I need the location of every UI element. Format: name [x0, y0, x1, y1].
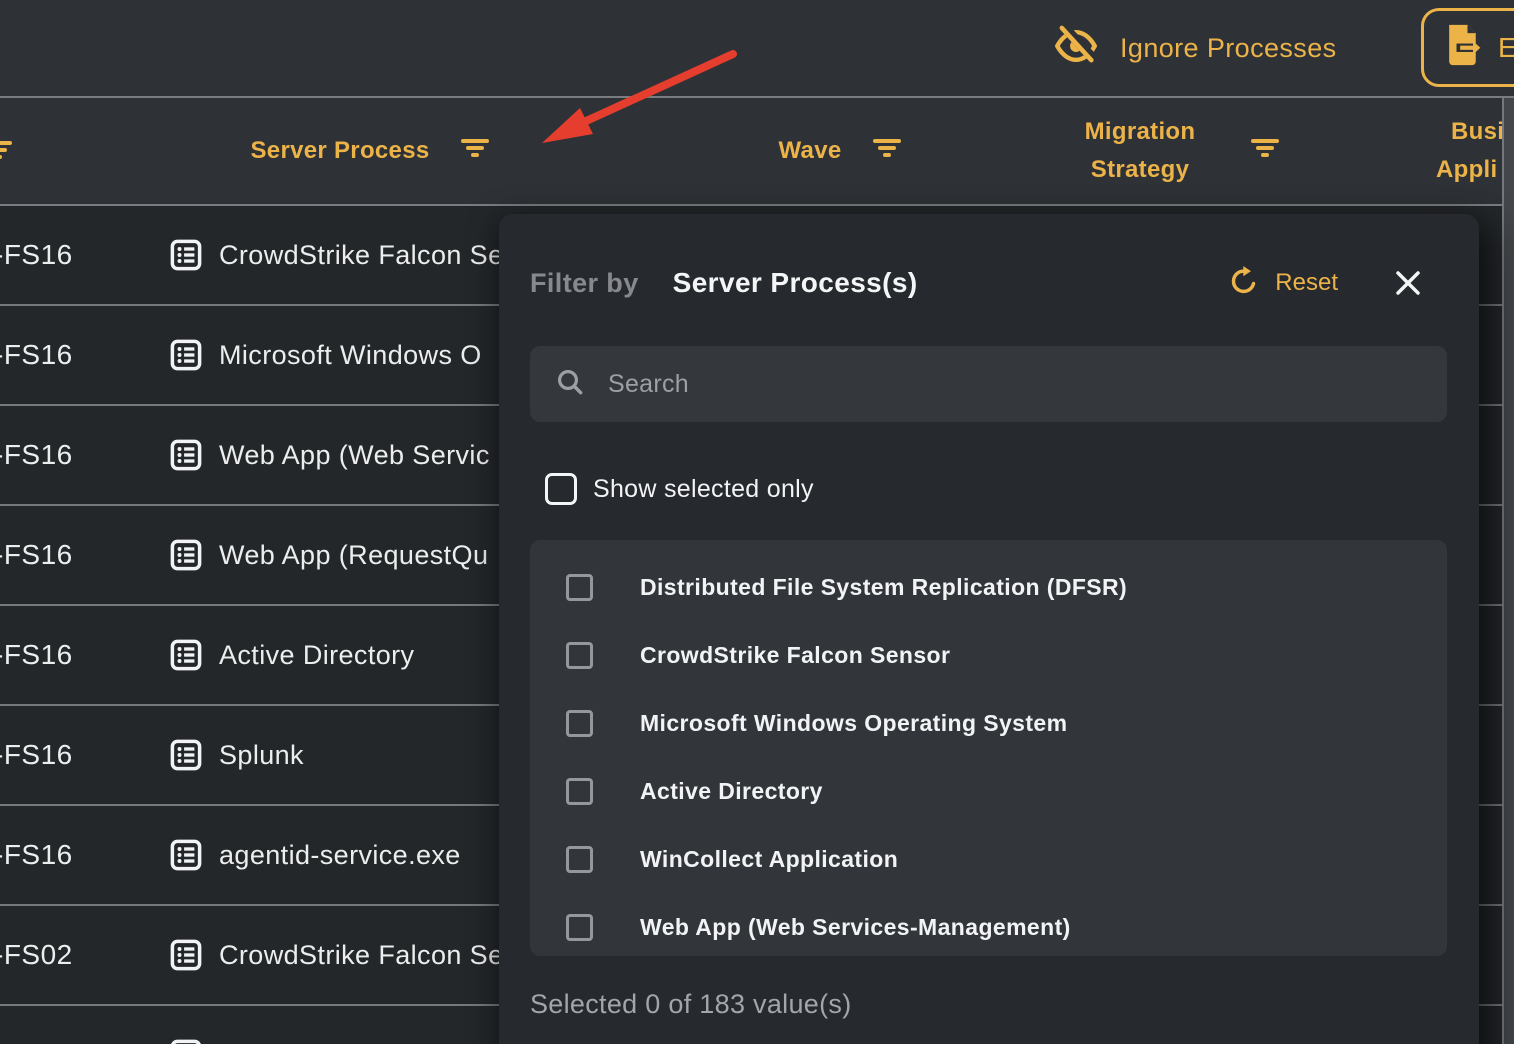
process-name: Microsoft Windows O	[219, 306, 482, 404]
column-header-server-process: Server Process	[160, 98, 580, 204]
filter-option-row[interactable]: CrowdStrike Falcon Sensor	[530, 621, 1447, 689]
process-list-icon	[167, 236, 205, 279]
search-box	[530, 346, 1447, 422]
process-list-icon	[167, 636, 205, 679]
close-icon	[1392, 267, 1424, 299]
process-name: CrowdStrike Falcon Se	[219, 206, 504, 304]
search-input[interactable]	[606, 369, 1390, 400]
option-label: Distributed File System Replication (DFS…	[640, 574, 1127, 601]
close-button[interactable]	[1390, 265, 1426, 301]
app-root: Ignore Processes E	[0, 0, 1514, 1044]
topbar: Ignore Processes E	[0, 0, 1514, 98]
show-selected-label: Show selected only	[593, 475, 814, 504]
option-label: CrowdStrike Falcon Sensor	[640, 642, 950, 669]
server-name: -FS16	[0, 206, 73, 304]
server-name: -FS16	[0, 406, 73, 504]
process-name: Splunk	[219, 706, 304, 804]
file-export-icon	[1440, 20, 1484, 75]
option-checkbox[interactable]	[566, 846, 593, 873]
reset-label: Reset	[1275, 269, 1338, 297]
process-list-icon	[167, 436, 205, 479]
process-list-icon	[167, 536, 205, 579]
process-name: agentid-service.exe	[219, 806, 461, 904]
process-name: Web App (RequestQu	[219, 506, 488, 604]
process-list-icon	[167, 1036, 205, 1044]
table-header: Server Process Wave Migration Strate	[0, 98, 1514, 206]
option-checkbox[interactable]	[566, 778, 593, 805]
ignore-processes-label: Ignore Processes	[1120, 33, 1337, 64]
filter-option-row[interactable]: Distributed File System Replication (DFS…	[530, 553, 1447, 621]
server-name: -FS16	[0, 706, 73, 804]
server-name: -FS16	[0, 606, 73, 704]
column-label-server-process: Server Process	[251, 137, 430, 165]
process-list-icon	[167, 836, 205, 879]
vertical-scrollbar[interactable]	[1502, 98, 1514, 1044]
export-button-label: E	[1498, 32, 1514, 64]
reset-button[interactable]: Reset	[1227, 265, 1338, 302]
filter-options: Distributed File System Replication (DFS…	[530, 540, 1447, 956]
process-list-icon	[167, 936, 205, 979]
filter-dialog-header: Filter by Server Process(s) Reset	[530, 258, 1448, 308]
column-label-wave: Wave	[778, 137, 841, 165]
option-checkbox[interactable]	[566, 914, 593, 941]
process-name: Active Directory	[219, 606, 414, 704]
server-name: -FS16	[0, 506, 73, 604]
filter-dialog: Filter by Server Process(s) Reset	[499, 214, 1479, 1044]
filter-option-row[interactable]: WinCollect Application	[530, 825, 1447, 893]
process-list-icon	[167, 336, 205, 379]
option-label: Microsoft Windows Operating System	[640, 710, 1067, 737]
show-selected-only: Show selected only	[545, 473, 814, 505]
eye-off-icon	[1052, 23, 1100, 74]
server-name: -FS02	[0, 906, 73, 1004]
option-label: Web App (Web Services-Management)	[640, 914, 1071, 941]
column-header-migration-strategy: Migration Strategy	[1030, 98, 1310, 204]
filter-icon-migration-strategy[interactable]	[1250, 137, 1280, 166]
filter-icon-server-process[interactable]	[460, 137, 490, 166]
option-checkbox[interactable]	[566, 642, 593, 669]
show-selected-checkbox[interactable]	[545, 473, 577, 505]
filter-option-row[interactable]: Web App (Web Services-Management)	[530, 893, 1447, 961]
server-name: -FS16	[0, 806, 73, 904]
search-icon	[554, 366, 586, 403]
column-label-migration-strategy: Migration Strategy	[1060, 113, 1220, 189]
ignore-processes-button[interactable]: Ignore Processes	[1052, 0, 1337, 96]
filter-icon-wave[interactable]	[872, 137, 902, 166]
filter-by-label: Filter by	[530, 268, 639, 299]
process-name: CrowdStrike Falcon Se	[219, 906, 504, 1004]
process-name: Web App (Web Servic	[219, 406, 490, 504]
server-name: -FS16	[0, 306, 73, 404]
reset-icon	[1227, 265, 1259, 302]
export-button[interactable]: E	[1421, 8, 1514, 87]
option-label: Active Directory	[640, 778, 823, 805]
filter-icon-left-column[interactable]	[0, 139, 13, 166]
option-label: WinCollect Application	[640, 846, 898, 873]
option-checkbox[interactable]	[566, 710, 593, 737]
selection-status: Selected 0 of 183 value(s)	[530, 989, 852, 1020]
filter-dialog-title: Server Process(s)	[673, 267, 918, 299]
option-checkbox[interactable]	[566, 574, 593, 601]
process-list-icon	[167, 736, 205, 779]
column-header-wave: Wave	[730, 98, 950, 204]
filter-option-row[interactable]: Active Directory	[530, 757, 1447, 825]
filter-option-row[interactable]: Microsoft Windows Operating System	[530, 689, 1447, 757]
